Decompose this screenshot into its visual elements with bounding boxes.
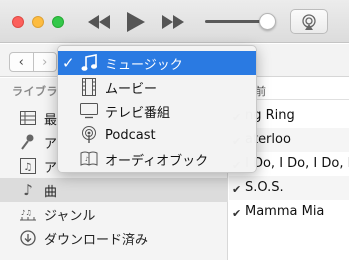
sidebar-item-label: 曲	[44, 184, 58, 200]
menu-item-tv-shows[interactable]: テレビ番組	[58, 99, 256, 123]
genre-icon: ♪♫	[19, 205, 37, 223]
song-title: I Do, I Do, I Do, I	[245, 156, 349, 171]
airplay-icon	[302, 13, 316, 30]
rewind-button[interactable]	[86, 8, 112, 36]
menu-item-label: オーディオブック	[105, 153, 209, 169]
tv-icon	[79, 101, 99, 121]
sidebar-item-label: ダウンロード済み	[44, 232, 149, 248]
sidebar-item-downloaded[interactable]: ダウンロード済み	[0, 226, 228, 250]
volume-knob[interactable]	[259, 13, 276, 30]
sidebar-header: ライブラ	[12, 85, 58, 98]
sidebar-item-label: 最	[44, 112, 58, 128]
sidebar-item-label: ジャンル	[44, 208, 96, 224]
song-title: Mamma Mia	[245, 204, 325, 219]
table-row[interactable]: ✔ Mamma Mia	[229, 200, 349, 224]
checkmark-icon: ✓	[62, 54, 75, 72]
table-row[interactable]: ✔ S.O.S.	[229, 176, 349, 200]
sidebar-item-label: ア	[44, 160, 58, 176]
sidebar-item-genres[interactable]: ♪♫ ジャンル	[0, 202, 228, 226]
sidebar-item-label: ア	[44, 136, 58, 152]
grid-icon	[19, 109, 37, 127]
song-checkbox[interactable]: ✔	[232, 183, 241, 196]
microphone-icon	[19, 133, 37, 151]
fast-forward-button[interactable]	[160, 8, 186, 36]
menu-item-podcast[interactable]: Podcast	[58, 123, 256, 147]
fast-forward-icon	[162, 15, 184, 29]
title-bar	[0, 0, 349, 43]
airplay-button[interactable]	[290, 9, 328, 34]
rewind-icon	[88, 15, 110, 29]
podcast-icon	[79, 125, 99, 145]
back-forward-control: ‹ ›	[9, 52, 57, 72]
menu-item-label: ムービー	[105, 81, 158, 97]
play-icon	[127, 12, 145, 32]
download-icon	[19, 229, 37, 247]
menu-item-label: テレビ番組	[105, 105, 171, 121]
film-icon	[79, 77, 99, 97]
song-checkbox[interactable]: ✔	[232, 207, 241, 220]
play-button[interactable]	[124, 8, 148, 36]
menu-item-movies[interactable]: ムービー	[58, 75, 256, 99]
svg-text:♪: ♪	[85, 156, 89, 163]
music-note-icon: ♪	[23, 181, 33, 199]
back-button[interactable]: ‹	[10, 53, 33, 71]
menu-item-label: ミュージック	[105, 57, 183, 73]
sidebar-item-songs[interactable]: ♪ 曲	[0, 178, 228, 202]
zoom-window-button[interactable]	[52, 16, 64, 28]
song-title: S.O.S.	[245, 180, 284, 195]
media-type-menu: ✓ ミュージック ムービー テレビ番組 Podcast ♪ オーディオブック	[57, 45, 257, 173]
album-icon: ♫	[19, 157, 37, 175]
menu-item-music[interactable]: ✓ ミュージック	[58, 51, 256, 75]
minimize-window-button[interactable]	[32, 16, 44, 28]
menu-item-audiobooks[interactable]: ♪ オーディオブック	[58, 147, 256, 171]
svg-text:♪♫: ♪♫	[21, 209, 32, 217]
svg-text:♫: ♫	[24, 162, 33, 173]
close-window-button[interactable]	[12, 16, 24, 28]
music-note-icon	[79, 53, 99, 73]
audiobook-icon: ♪	[79, 149, 99, 169]
menu-item-label: Podcast	[105, 127, 156, 143]
forward-button[interactable]: ›	[32, 53, 57, 71]
